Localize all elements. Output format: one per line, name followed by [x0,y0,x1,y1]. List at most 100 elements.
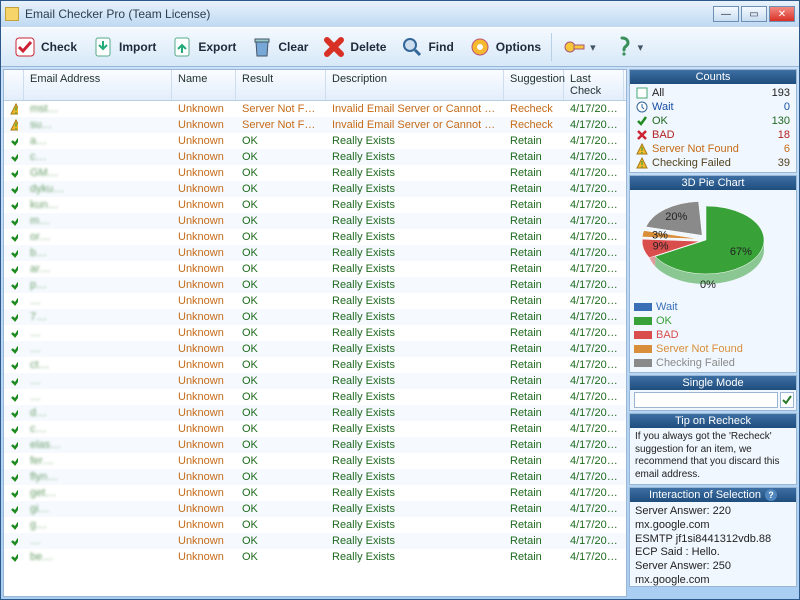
count-row[interactable]: Checking Failed39 [636,156,790,170]
table-row[interactable]: su…UnknownServer Not FoundInvalid Email … [4,117,626,133]
col-description[interactable]: Description [326,70,504,100]
legend-item: BAD [634,328,792,342]
close-button[interactable]: ✕ [769,6,795,22]
cell-suggestion: Retain [504,182,564,196]
legend-swatch [634,359,652,367]
table-row[interactable]: …UnknownOKReally ExistsRetain4/17/2012 [4,325,626,341]
table-row[interactable]: …UnknownOKReally ExistsRetain4/17/2012 [4,293,626,309]
table-row[interactable]: …UnknownOKReally ExistsRetain4/17/2012 [4,373,626,389]
cell-email: 7… [24,310,172,324]
cell-suggestion: Recheck [504,102,564,116]
table-row[interactable]: ar…UnknownOKReally ExistsRetain4/17/2012 [4,261,626,277]
cell-date: 4/17/2012 [564,550,624,564]
import-button[interactable]: Import [85,33,162,61]
count-row[interactable]: BAD18 [636,128,790,142]
chevron-down-icon: ▾ [590,41,596,54]
table-row[interactable]: …UnknownOKReally ExistsRetain4/17/2012 [4,389,626,405]
ok-icon [4,246,24,260]
ok-icon [4,454,24,468]
ok-icon [4,358,24,372]
cell-date: 4/17/2012 [564,326,624,340]
table-row[interactable]: p…UnknownOKReally ExistsRetain4/17/2012 [4,277,626,293]
ok-icon [4,438,24,452]
ok-icon [4,326,24,340]
legend-swatch [634,331,652,339]
cell-description: Really Exists [326,134,504,148]
cell-description: Really Exists [326,246,504,260]
check-button[interactable]: Check [7,33,83,61]
table-row[interactable]: or…UnknownOKReally ExistsRetain4/17/2012 [4,229,626,245]
col-email[interactable]: Email Address [24,70,172,100]
pie-chart: 67%9%3%20%0% [630,190,796,298]
help-icon[interactable]: ? [765,489,777,501]
chart-panel: 3D Pie Chart 67%9%3%20%0% WaitOKBADServe… [629,175,797,373]
options-button[interactable]: Options [462,33,547,61]
col-name[interactable]: Name [172,70,236,100]
toolbar-label: Clear [278,40,308,54]
cell-date: 4/17/2012 [564,182,624,196]
col-suggestion[interactable]: Suggestion [504,70,564,100]
cell-description: Really Exists [326,294,504,308]
table-row[interactable]: be…UnknownOKReally ExistsRetain4/17/2012 [4,549,626,565]
table-row[interactable]: g…UnknownOKReally ExistsRetain4/17/2012 [4,517,626,533]
cell-name: Unknown [172,534,236,548]
results-table[interactable]: Email Address Name Result Description Su… [3,69,627,597]
table-row[interactable]: flyn…UnknownOKReally ExistsRetain4/17/20… [4,469,626,485]
ok-icon [4,502,24,516]
count-row[interactable]: Wait0 [636,100,790,114]
key-button[interactable]: ▾ [556,33,602,61]
maximize-button[interactable]: ▭ [741,6,767,22]
table-row[interactable]: m…UnknownOKReally ExistsRetain4/17/2012 [4,213,626,229]
table-row[interactable]: get…UnknownOKReally ExistsRetain4/17/201… [4,485,626,501]
legend-item: Checking Failed [634,356,792,370]
table-row[interactable]: ct…UnknownOKReally ExistsRetain4/17/2012 [4,357,626,373]
cell-name: Unknown [172,486,236,500]
table-row[interactable]: d…UnknownOKReally ExistsRetain4/17/2012 [4,405,626,421]
table-row[interactable]: a…UnknownOKReally ExistsRetain4/17/2012 [4,133,626,149]
table-row[interactable]: c…UnknownOKReally ExistsRetain4/17/2012 [4,149,626,165]
col-result[interactable]: Result [236,70,326,100]
cell-result: OK [236,150,326,164]
warning-icon [4,102,24,116]
clear-button[interactable]: Clear [244,33,314,61]
find-button[interactable]: Find [394,33,459,61]
table-row[interactable]: GM…UnknownOKReally ExistsRetain4/17/2012 [4,165,626,181]
count-row[interactable]: Server Not Found6 [636,142,790,156]
count-row[interactable]: All193 [636,86,790,100]
table-row[interactable]: …UnknownOKReally ExistsRetain4/17/2012 [4,341,626,357]
cell-suggestion: Retain [504,214,564,228]
delete-button[interactable]: Delete [316,33,392,61]
col-lastcheck[interactable]: Last Check [564,70,624,100]
table-row[interactable]: 7…UnknownOKReally ExistsRetain4/17/2012 [4,309,626,325]
titlebar[interactable]: Email Checker Pro (Team License) ― ▭ ✕ [1,1,799,27]
table-row[interactable]: …UnknownOKReally ExistsRetain4/17/2012 [4,533,626,549]
cell-result: OK [236,182,326,196]
table-row[interactable]: kun…UnknownOKReally ExistsRetain4/17/201… [4,197,626,213]
singlemode-input[interactable] [634,392,778,408]
help-button[interactable]: ▾ [604,33,650,61]
cell-suggestion: Retain [504,534,564,548]
export-button[interactable]: Export [164,33,242,61]
cell-name: Unknown [172,198,236,212]
table-header[interactable]: Email Address Name Result Description Su… [4,70,626,101]
cell-suggestion: Retain [504,438,564,452]
table-row[interactable]: b…UnknownOKReally ExistsRetain4/17/2012 [4,245,626,261]
table-row[interactable]: fer…UnknownOKReally ExistsRetain4/17/201… [4,453,626,469]
minimize-button[interactable]: ― [713,6,739,22]
count-row[interactable]: OK130 [636,114,790,128]
table-row[interactable]: elas…UnknownOKReally ExistsRetain4/17/20… [4,437,626,453]
cell-description: Really Exists [326,374,504,388]
table-row[interactable]: gi…UnknownOKReally ExistsRetain4/17/2012 [4,501,626,517]
singlemode-go-button[interactable] [780,392,794,408]
table-row[interactable]: mst…UnknownServer Not FoundInvalid Email… [4,101,626,117]
wait-icon [636,101,648,113]
col-status[interactable] [4,70,24,100]
cell-description: Really Exists [326,550,504,564]
table-row[interactable]: dyku…UnknownOKReally ExistsRetain4/17/20… [4,181,626,197]
table-body[interactable]: mst…UnknownServer Not FoundInvalid Email… [4,101,626,596]
cell-result: OK [236,438,326,452]
cell-email: p… [24,278,172,292]
cell-description: Invalid Email Server or Cannot Connect t… [326,102,504,116]
table-row[interactable]: c…UnknownOKReally ExistsRetain4/17/2012 [4,421,626,437]
svg-text:67%: 67% [730,246,752,258]
